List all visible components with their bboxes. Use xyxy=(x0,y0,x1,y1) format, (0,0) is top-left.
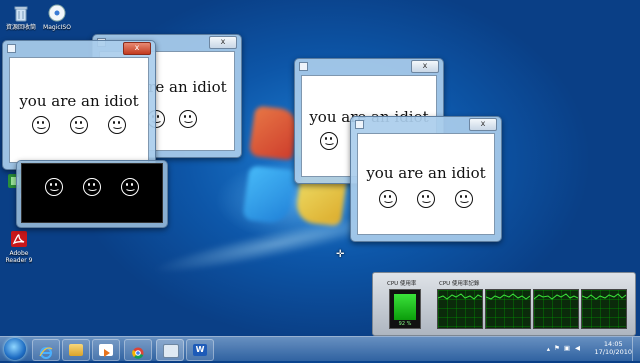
cpu-history-graph-core-1 xyxy=(437,289,483,329)
explorer-folder-icon xyxy=(69,344,83,356)
window-icon xyxy=(299,62,308,71)
smiley-face-icon xyxy=(121,178,139,196)
smiley-face-icon xyxy=(417,190,435,208)
smiley-face-icon xyxy=(45,178,63,196)
taskbar-button-word[interactable]: W xyxy=(186,339,214,361)
cpu-usage-meter: 92 % xyxy=(389,289,421,329)
word-icon: W xyxy=(193,344,207,356)
window-client: you are an idiot xyxy=(9,57,149,163)
window-icon xyxy=(355,120,364,129)
taskbar-button-explorer[interactable] xyxy=(62,339,90,361)
smiley-row xyxy=(358,190,494,208)
desktop-icon-label: Adobe Reader 9 xyxy=(5,250,33,264)
magiciso-disc-icon xyxy=(48,4,66,22)
popup-message: you are an idiot xyxy=(366,164,486,182)
close-button[interactable]: x xyxy=(209,36,237,49)
taskbar-button-media-player[interactable] xyxy=(92,339,120,361)
popup-window[interactable]: x you are an idiot xyxy=(2,40,156,170)
smiley-face-icon xyxy=(455,190,473,208)
volume-icon[interactable]: ◀ xyxy=(575,344,580,352)
desktop: 資源回收筒 MagicISO pro Adobe Reader 9 x you … xyxy=(0,0,640,336)
taskbar-button-internet-explorer[interactable] xyxy=(32,339,60,361)
clock-time: 14:05 xyxy=(603,340,623,348)
chrome-icon xyxy=(131,344,145,359)
cpu-history-graph-core-3 xyxy=(533,289,579,329)
taskbar-button-window-app[interactable] xyxy=(156,339,184,361)
cpu-history-label: CPU 使用率記錄 xyxy=(439,281,480,287)
window-titlebar[interactable]: x xyxy=(351,117,501,131)
cpu-usage-percent: 92 % xyxy=(398,321,412,327)
action-center-flag-icon[interactable]: ⚑ xyxy=(554,344,560,352)
adobe-reader-icon xyxy=(10,230,28,248)
close-button[interactable]: x xyxy=(411,60,439,73)
cpu-usage-bar xyxy=(394,294,416,320)
window-app-icon xyxy=(163,344,179,358)
windows-logo-red xyxy=(248,105,300,161)
smiley-face-icon xyxy=(83,178,101,196)
smiley-face-icon xyxy=(32,116,50,134)
show-desktop-button[interactable] xyxy=(632,337,640,361)
popup-window-inverted[interactable] xyxy=(16,160,168,228)
popup-window[interactable]: x you are an idiot xyxy=(350,116,502,242)
window-titlebar[interactable]: x xyxy=(295,59,443,73)
desktop-icon-adobe-reader[interactable]: Adobe Reader 9 xyxy=(0,230,40,264)
cpu-history-graph-core-2 xyxy=(485,289,531,329)
network-icon[interactable]: ▣ xyxy=(564,344,570,352)
desktop-icon-label: MagicISO xyxy=(43,24,71,31)
media-player-icon xyxy=(99,344,113,357)
desktop-icon-magiciso[interactable]: MagicISO xyxy=(36,4,78,31)
window-icon xyxy=(7,44,16,53)
smiley-row xyxy=(10,116,148,134)
taskbar: W ▴ ⚑ ▣ ◀ 14:05 17/10/2010 xyxy=(0,336,640,361)
mouse-cursor-icon: ✛ xyxy=(336,249,345,260)
cpu-history-graph-core-4 xyxy=(581,289,627,329)
taskbar-clock[interactable]: 14:05 17/10/2010 xyxy=(595,340,632,356)
cpu-usage-label: CPU 使用率 xyxy=(387,281,417,287)
smiley-face-icon xyxy=(320,132,338,150)
recycle-bin-icon xyxy=(12,4,30,22)
smiley-face-icon xyxy=(179,110,197,128)
smiley-face-icon xyxy=(70,116,88,134)
tray-arrow-icon[interactable]: ▴ xyxy=(547,345,550,353)
smiley-face-icon xyxy=(379,190,397,208)
internet-explorer-icon xyxy=(39,344,53,359)
window-client xyxy=(21,163,163,223)
window-titlebar[interactable]: x xyxy=(3,41,155,55)
taskbar-button-chrome[interactable] xyxy=(124,339,152,361)
clock-date: 17/10/2010 xyxy=(594,348,632,356)
start-button[interactable] xyxy=(4,338,26,360)
close-button[interactable]: x xyxy=(123,42,151,55)
cpu-meter-gadget[interactable]: CPU 使用率 CPU 使用率記錄 92 % xyxy=(372,272,636,336)
windows-logo-blue xyxy=(242,165,296,225)
window-client: you are an idiot xyxy=(357,133,495,235)
popup-message: you are an idiot xyxy=(19,92,139,110)
close-button[interactable]: x xyxy=(469,118,497,131)
smiley-row xyxy=(22,178,162,196)
smiley-face-icon xyxy=(108,116,126,134)
